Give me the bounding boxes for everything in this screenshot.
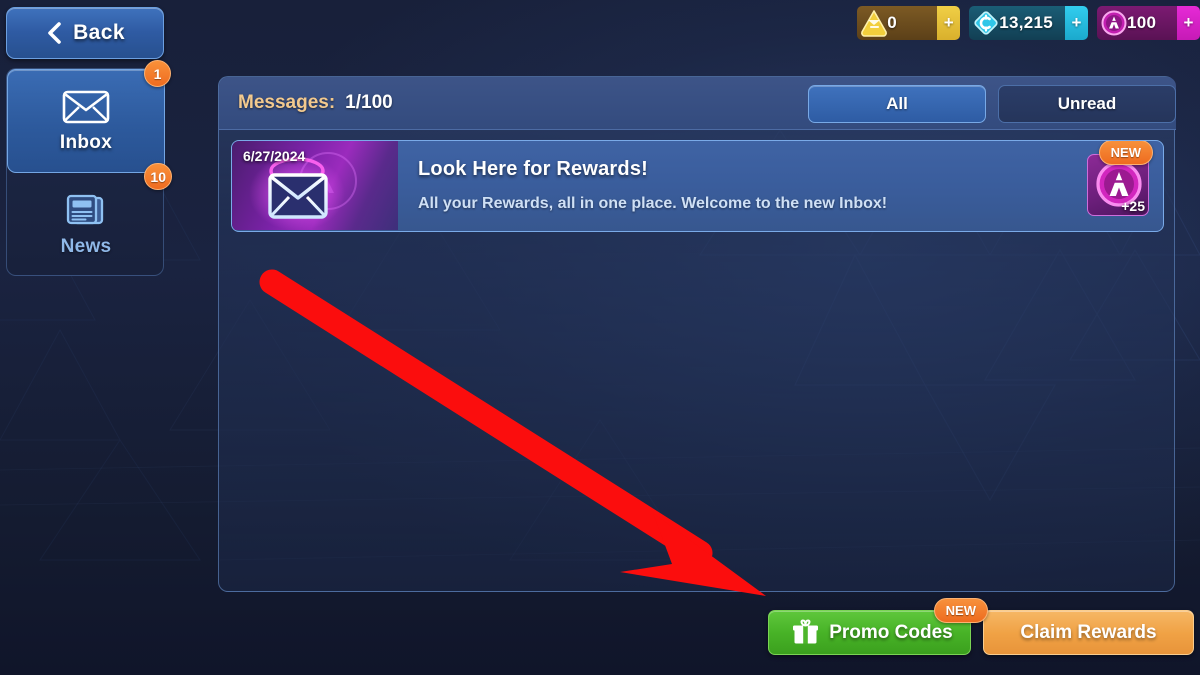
gift-icon xyxy=(793,619,819,644)
currency-premium[interactable]: 100 + xyxy=(1097,6,1200,40)
message-new-badge: NEW xyxy=(1098,141,1153,165)
currency-shield-add-button[interactable]: + xyxy=(937,6,961,40)
tab-all-label: All xyxy=(886,94,908,113)
message-body: All your Rewards, all in one place. Welc… xyxy=(418,195,888,212)
message-date: 6/27/2024 xyxy=(243,148,306,164)
sidebar-item-news[interactable]: News 10 xyxy=(7,163,172,277)
envelope-icon xyxy=(62,90,110,123)
message-reward-amount: +25 xyxy=(1121,198,1145,214)
sidebar-nav: Inbox 1 News 10 xyxy=(6,60,172,277)
sidebar-item-news-badge: 10 xyxy=(144,163,172,190)
promo-codes-button[interactable]: Promo Codes NEW xyxy=(768,598,988,655)
message-title: Look Here for Rewards! xyxy=(418,158,649,180)
messages-label: Messages: xyxy=(238,92,336,113)
tab-unread-label: Unread xyxy=(1057,94,1117,113)
message-list-item[interactable]: 6/27/2024 Look Here for Rewards! All you… xyxy=(231,140,1164,232)
messages-count: 1/100 xyxy=(345,92,393,113)
sidebar-item-inbox-label: Inbox xyxy=(59,131,113,153)
promo-codes-new-badge: NEW xyxy=(933,598,988,623)
tab-unread[interactable]: Unread xyxy=(998,85,1176,123)
chevron-left-icon xyxy=(48,22,61,44)
currency-bar: 0 + 13,215 + 100 + xyxy=(857,4,1200,42)
back-button[interactable]: Back xyxy=(6,7,164,59)
sidebar-item-inbox[interactable]: Inbox 1 xyxy=(7,60,171,173)
promo-codes-button-label: Promo Codes xyxy=(829,621,953,643)
back-button-label: Back xyxy=(73,21,125,44)
credits-currency-icon xyxy=(974,11,998,35)
currency-credits-value: 13,215 xyxy=(999,13,1053,32)
claim-rewards-button[interactable]: Claim Rewards xyxy=(983,610,1194,655)
inbox-panel: Messages: 1/100 All Unread 6/27/2024 Loo… xyxy=(218,76,1176,592)
premium-currency-icon xyxy=(1101,10,1127,36)
currency-shield[interactable]: 0 + xyxy=(857,6,961,40)
claim-rewards-button-label: Claim Rewards xyxy=(1020,621,1157,643)
sidebar-item-news-label: News xyxy=(60,235,112,257)
sidebar-item-inbox-badge: 1 xyxy=(144,60,171,87)
message-thumbnail: 6/27/2024 xyxy=(232,141,398,230)
shield-currency-icon xyxy=(861,10,888,37)
panel-header: Messages: 1/100 All Unread xyxy=(219,77,1176,130)
currency-credits-add-button[interactable]: + xyxy=(1065,6,1088,40)
currency-premium-value: 100 xyxy=(1127,13,1157,32)
newspaper-icon xyxy=(66,194,104,224)
currency-credits[interactable]: 13,215 + xyxy=(969,6,1088,40)
tab-all[interactable]: All xyxy=(808,85,986,123)
currency-premium-add-button[interactable]: + xyxy=(1177,6,1200,40)
